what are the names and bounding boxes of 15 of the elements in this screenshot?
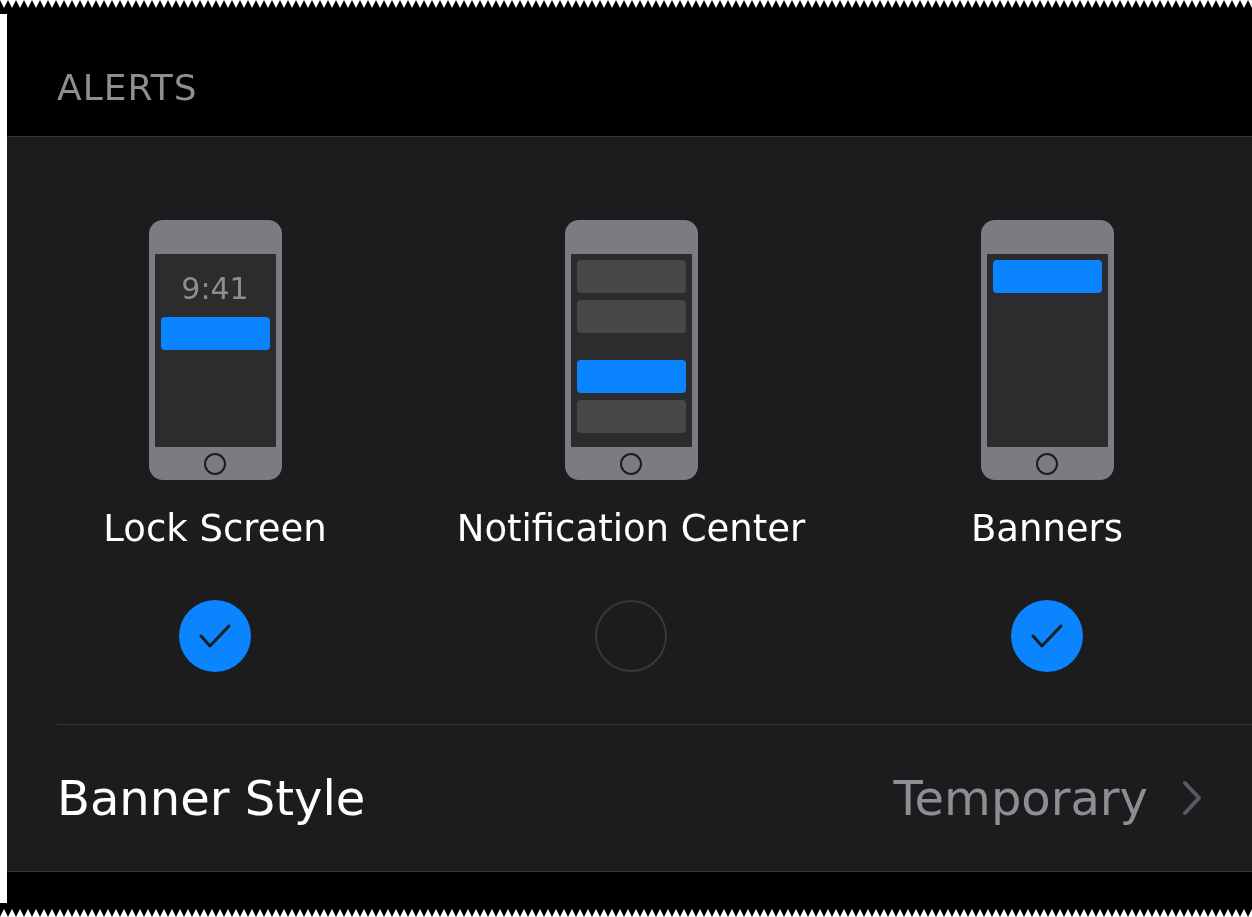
home-button-icon — [1036, 453, 1058, 475]
clock-text: 9:41 — [181, 272, 249, 306]
option-label: Banners — [970, 506, 1124, 552]
option-label: Notification Center — [456, 506, 806, 552]
option-label: Lock Screen — [103, 506, 327, 552]
home-button-icon — [620, 453, 642, 475]
checkmark-icon — [1031, 623, 1063, 649]
chevron-icon — [1182, 780, 1202, 816]
banner-style-row[interactable]: Banner Style Temporary — [7, 725, 1252, 871]
checkmark-icon — [199, 623, 231, 649]
row-label: Banner Style — [57, 770, 366, 826]
checkbox[interactable] — [595, 600, 667, 672]
home-button-icon — [204, 453, 226, 475]
section-header: ALERTS — [57, 67, 198, 108]
row-value: Temporary — [893, 770, 1148, 826]
